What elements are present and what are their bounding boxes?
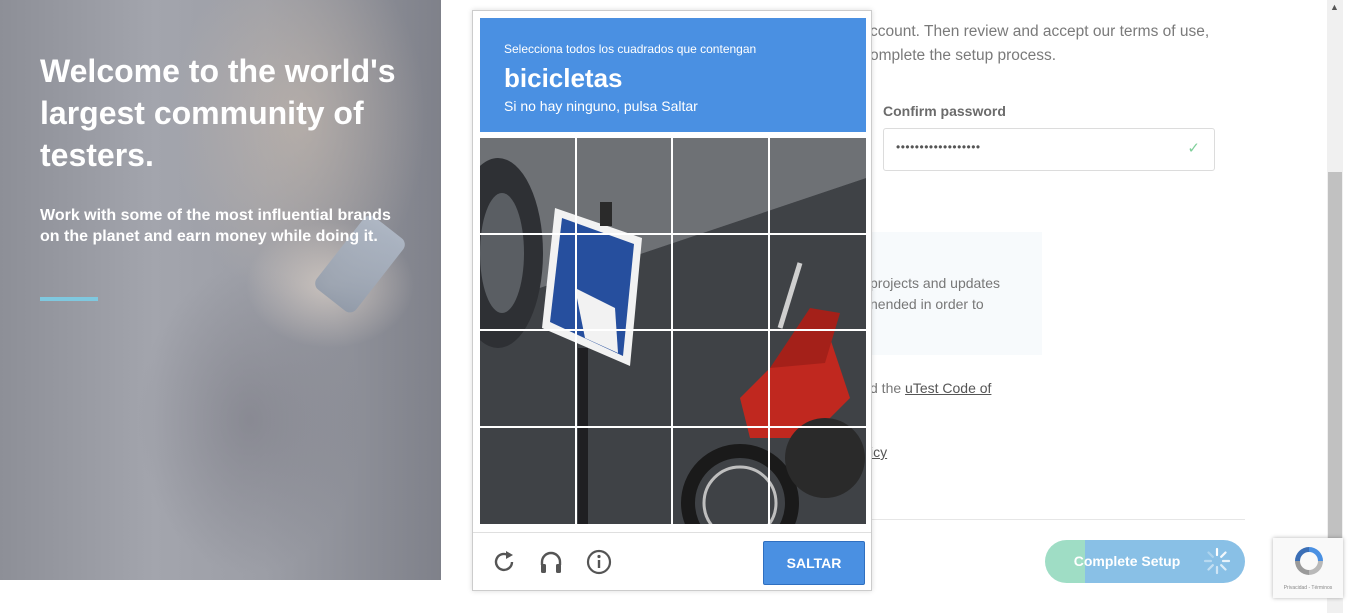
captcha-tile[interactable] <box>480 138 577 235</box>
hero-subtitle: Work with some of the most influential b… <box>40 207 391 245</box>
info-line-1: projects and updates <box>870 275 1000 291</box>
recaptcha-footer[interactable]: Privacidad - Términos <box>1273 585 1343 591</box>
privacy-policy-link[interactable]: icy <box>870 444 887 460</box>
captcha-tile[interactable] <box>576 234 673 331</box>
confirm-password-value: •••••••••••••••••• <box>896 140 981 154</box>
captcha-tile[interactable] <box>769 138 866 235</box>
info-icon[interactable] <box>586 549 612 575</box>
complete-setup-button[interactable]: Complete Setup <box>1045 540 1245 583</box>
checkmark-icon: ✓ <box>1187 140 1200 157</box>
scroll-up-icon[interactable]: ▲ <box>1330 2 1339 12</box>
info-line-2: nended in order to <box>870 296 984 312</box>
captcha-tile[interactable] <box>769 235 866 331</box>
captcha-tile[interactable] <box>673 331 770 428</box>
captcha-hint: Si no hay ninguno, pulsa Saltar <box>504 98 698 114</box>
captcha-tile[interactable] <box>577 427 673 524</box>
captcha-footer: SALTAR <box>473 532 871 591</box>
recaptcha-badge[interactable]: Privacidad - Términos <box>1273 538 1343 598</box>
code-prefix: d the <box>870 380 906 396</box>
hero-panel: Welcome to the world's largest community… <box>0 0 441 580</box>
captcha-challenge: Selecciona todos los cuadrados que conte… <box>472 10 872 591</box>
captcha-tile[interactable] <box>480 331 577 428</box>
captcha-tile[interactable] <box>673 234 770 331</box>
form-intro-line-2: omplete the setup process. <box>870 47 1057 64</box>
policy-text: icy <box>870 440 887 464</box>
captcha-tile[interactable] <box>576 138 673 235</box>
skip-button[interactable]: SALTAR <box>763 541 865 585</box>
code-of-conduct-text: d the uTest Code of <box>870 376 991 400</box>
scrollbar-thumb[interactable] <box>1328 172 1342 540</box>
hero-accent-line <box>40 297 98 301</box>
confirm-password-field[interactable]: •••••••••••••••••• ✓ <box>883 128 1215 171</box>
complete-setup-label: Complete Setup <box>1073 553 1181 569</box>
hero-title: Welcome to the world's largest community… <box>40 53 396 173</box>
recaptcha-logo-icon <box>1295 547 1323 575</box>
captcha-tile[interactable] <box>673 427 770 524</box>
captcha-instruction: Selecciona todos los cuadrados que conte… <box>504 42 757 56</box>
captcha-image-grid <box>480 138 866 524</box>
captcha-tile[interactable] <box>480 234 577 331</box>
captcha-header: Selecciona todos los cuadrados que conte… <box>480 18 866 132</box>
confirm-password-label: Confirm password <box>883 103 1006 119</box>
captcha-tile[interactable] <box>673 138 770 235</box>
captcha-keyword: bicicletas <box>504 63 623 93</box>
reload-icon[interactable] <box>491 549 517 575</box>
captcha-tile[interactable] <box>770 428 867 525</box>
form-divider <box>870 519 1245 520</box>
captcha-tile[interactable] <box>576 331 673 428</box>
spinner-icon <box>1203 547 1231 575</box>
captcha-tile[interactable] <box>769 331 866 428</box>
form-intro-line-1: ccount. Then review and accept our terms… <box>870 23 1210 40</box>
captcha-tile[interactable] <box>480 427 577 524</box>
code-of-conduct-link[interactable]: uTest Code of <box>905 380 991 396</box>
audio-icon[interactable] <box>538 549 564 575</box>
